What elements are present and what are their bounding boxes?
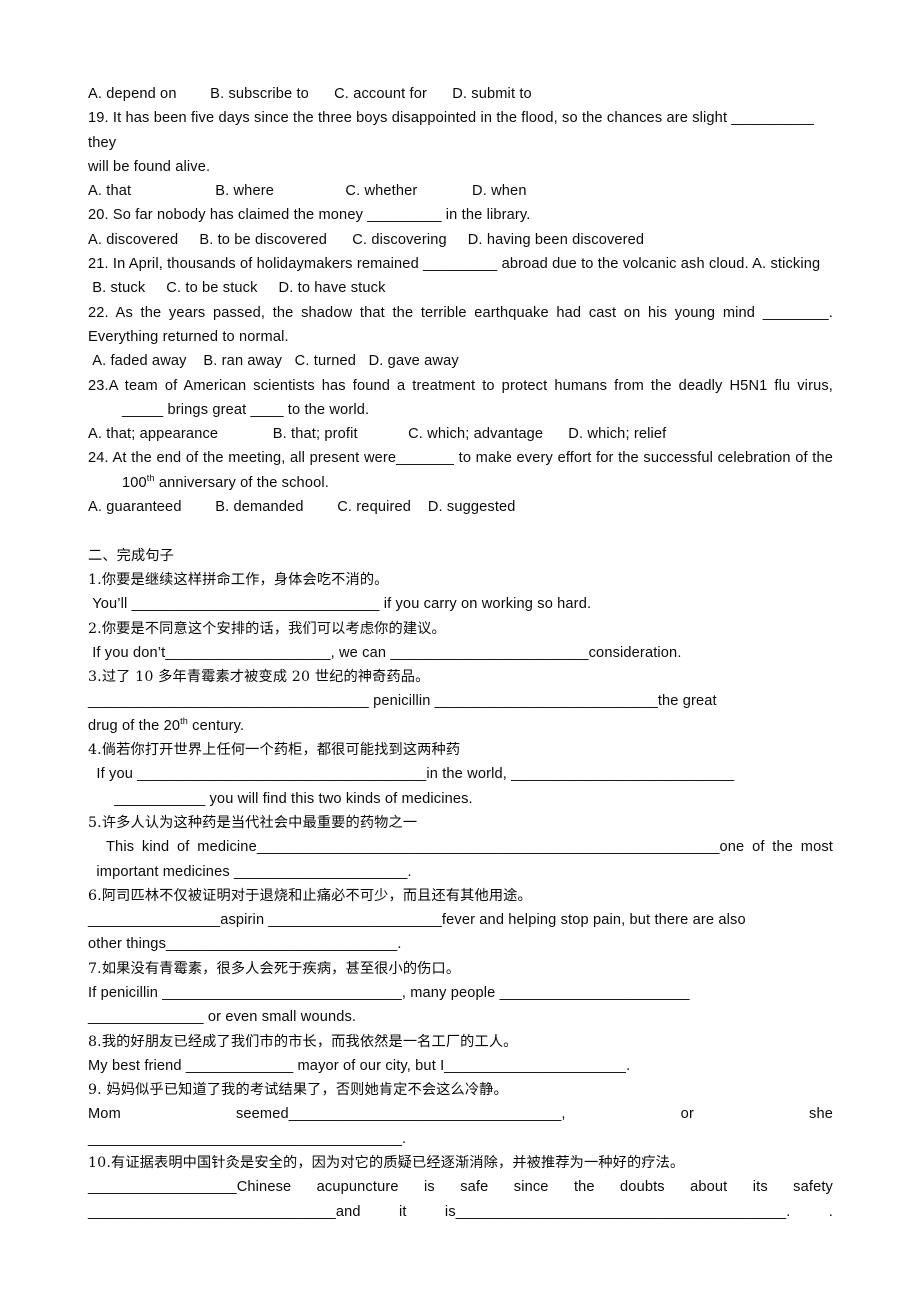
item-4-answer-line-1: If you _________________________________… <box>88 766 735 783</box>
q21-stem: 21. In April, thousands of holidaymakers… <box>88 256 821 273</box>
item-7-answer-line-1: If penicillin __________________________… <box>88 984 690 1001</box>
item-9-answer-line-2: ______________________________________. <box>88 1130 407 1147</box>
q23-options: A. that; appearance B. that; profit C. w… <box>88 426 667 443</box>
item-1-chinese: 1.你要是继续这样拼命工作，身体会吃不消的。 <box>88 571 389 588</box>
q24-ordinal-suffix: th <box>146 472 155 483</box>
section-spacer <box>88 519 833 543</box>
item-1-answer-line-1: You’ll ______________________________ if… <box>88 596 592 613</box>
document-page: A. depend on B. subscribe to C. account … <box>0 0 920 1302</box>
item-3-ordinal-suffix: th <box>180 715 188 726</box>
item-3-chinese: 3.过了 10 多年青霉素才被变成 20 世纪的神奇药品。 <box>88 669 430 686</box>
item-10-answer-line-2: ______________________________and it is_… <box>88 1203 833 1220</box>
item-2-answer-line-1: If you don’t____________________, we can… <box>88 644 682 661</box>
item-5-answer-line-2: important medicines ____________________… <box>88 863 412 880</box>
q19-options: A. that B. where C. whether D. when <box>88 183 527 200</box>
q19-stem: 19. It has been five days since the thre… <box>88 110 819 151</box>
item-7-answer-line-2: ______________ or even small wounds. <box>88 1009 357 1026</box>
item-3-answer-line-2: drug of the 20th century. <box>88 714 833 738</box>
q23-stem-continued: _____ brings great ____ to the world. <box>122 401 370 418</box>
item-6-answer-line-2: other things____________________________… <box>88 936 402 953</box>
item-10-answer-line-1: __________________Chinese acupuncture is… <box>88 1179 833 1196</box>
item-6-answer-line-1: ________________aspirin ________________… <box>88 912 746 929</box>
item-7-chinese: 7.如果没有青霉素，很多人会死于疾病，甚至很小的伤口。 <box>88 960 461 977</box>
q22-stem-continued: Everything returned to normal. <box>88 328 289 345</box>
item-8-chinese: 8.我的好朋友已经成了我们市的市长，而我依然是一名工厂的工人。 <box>88 1033 518 1050</box>
item-9-chinese: 9. 妈妈似乎已知道了我的考试结果了，否则她肯定不会这么冷静。 <box>88 1082 508 1099</box>
item-5-answer-line-1: This kind of medicine___________________… <box>106 839 833 856</box>
q20-stem: 20. So far nobody has claimed the money … <box>88 207 531 224</box>
q18-options: A. depend on B. subscribe to C. account … <box>88 86 532 102</box>
item-2-chinese: 2.你要是不同意这个安排的话，我们可以考虑你的建议。 <box>88 620 446 637</box>
section-two-heading: 二、完成句子 <box>88 547 175 564</box>
item-3-century-prefix: drug of the 20 <box>88 717 181 734</box>
q20-options: A. discovered B. to be discovered C. dis… <box>88 231 645 248</box>
item-3-answer-line-1: __________________________________ penic… <box>88 693 717 710</box>
item-5-chinese: 5.许多人认为这种药是当代社会中最重要的药物之一 <box>88 814 418 831</box>
q24-stem-tail: anniversary of the school. <box>154 474 329 491</box>
q21-options: B. stuck C. to be stuck D. to have stuck <box>88 280 386 297</box>
q24-options: A. guaranteed B. demanded C. required D.… <box>88 499 516 516</box>
item-3-century-suffix: century. <box>187 717 245 734</box>
q24-stem-continued: 100th anniversary of the school. <box>88 471 833 495</box>
item-10-chinese: 10.有证据表明中国针灸是安全的，因为对它的质疑已经逐渐消除，并被推荐为一种好的… <box>88 1155 685 1172</box>
item-4-chinese: 4.倘若你打开世界上任何一个药柜，都很可能找到这两种药 <box>88 742 461 759</box>
q23-stem: 23.A team of American scientists has fou… <box>88 377 833 394</box>
item-8-answer-line-1: My best friend _____________ mayor of ou… <box>88 1057 631 1074</box>
q19-stem-continued: will be found alive. <box>88 158 211 175</box>
item-6-chinese: 6.阿司匹林不仅被证明对于退烧和止痛必不可少，而且还有其他用途。 <box>88 887 532 904</box>
q24-stem: 24. At the end of the meeting, all prese… <box>88 450 833 467</box>
document-body: A. depend on B. subscribe to C. account … <box>88 82 833 1224</box>
item-4-answer-line-2: ___________ you will find this two kinds… <box>106 790 473 807</box>
q22-stem: 22. As the years passed, the shadow that… <box>88 304 833 321</box>
item-9-answer-line-1: Mom seemed______________________________… <box>88 1106 833 1123</box>
q24-ordinal-number: 100 <box>122 474 147 491</box>
q22-options: A. faded away B. ran away C. turned D. g… <box>88 353 459 370</box>
